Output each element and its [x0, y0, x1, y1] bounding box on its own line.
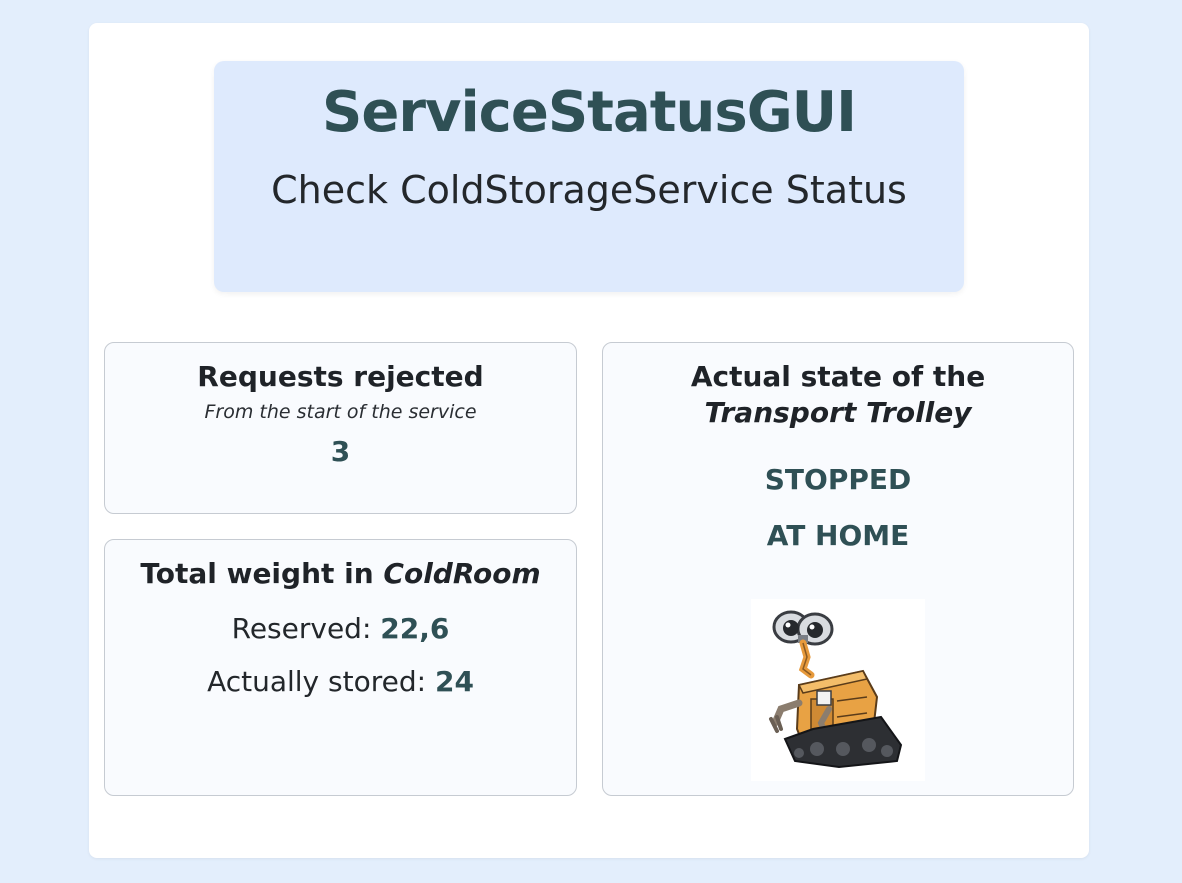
- reserved-weight-row: Reserved: 22,6: [105, 612, 576, 645]
- requests-rejected-panel: Requests rejected From the start of the …: [104, 342, 577, 514]
- coldroom-label: ColdRoom: [383, 557, 541, 590]
- reserved-label: Reserved:: [231, 612, 381, 646]
- total-weight-title: Total weight in ColdRoom: [105, 540, 576, 592]
- trolley-title-line1: Actual state of the: [690, 360, 986, 393]
- header-box: ServiceStatusGUI Check ColdStorageServic…: [214, 61, 964, 292]
- stored-value: 24: [434, 665, 474, 699]
- requests-rejected-caption: From the start of the service: [204, 401, 477, 424]
- total-weight-panel: Total weight in ColdRoom Reserved: 22,6 …: [104, 539, 577, 796]
- total-weight-title-prefix: Total weight in: [140, 557, 384, 590]
- stored-label: Actually stored:: [207, 665, 435, 699]
- app-title: ServiceStatusGUI: [322, 80, 857, 145]
- trolley-location: AT HOME: [766, 519, 910, 553]
- stored-weight-row: Actually stored: 24: [105, 665, 576, 698]
- trolley-state-panel: Actual state of the Transport Trolley ST…: [602, 342, 1074, 796]
- robot-icon: [751, 599, 925, 781]
- requests-rejected-count: 3: [330, 435, 351, 469]
- requests-rejected-title: Requests rejected: [197, 360, 484, 393]
- main-card: ServiceStatusGUI Check ColdStorageServic…: [89, 23, 1089, 858]
- trolley-title-line2: Transport Trolley: [704, 396, 972, 430]
- reserved-value: 22,6: [380, 612, 450, 646]
- trolley-state: STOPPED: [764, 462, 912, 496]
- page-subtitle: Check ColdStorageService Status: [271, 168, 907, 213]
